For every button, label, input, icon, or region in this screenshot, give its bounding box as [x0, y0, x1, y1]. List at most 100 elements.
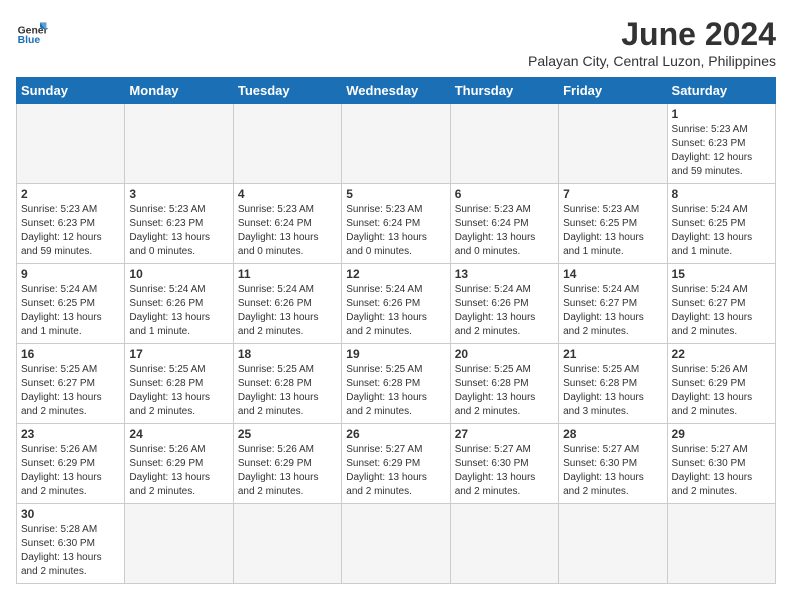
- day-number: 27: [455, 427, 554, 441]
- day-info: Sunrise: 5:25 AM Sunset: 6:28 PM Dayligh…: [238, 363, 337, 419]
- column-header-tuesday: Tuesday: [233, 78, 341, 104]
- calendar-subtitle: Palayan City, Central Luzon, Philippines: [528, 53, 776, 69]
- day-number: 12: [346, 267, 445, 281]
- day-cell: 30 Sunrise: 5:28 AM Sunset: 6:30 PM Dayli…: [17, 504, 125, 584]
- day-cell: 1 Sunrise: 5:23 AM Sunset: 6:23 PM Daylig…: [667, 104, 775, 184]
- day-number: 5: [346, 187, 445, 201]
- day-info: Sunrise: 5:25 AM Sunset: 6:28 PM Dayligh…: [455, 363, 554, 419]
- day-info: Sunrise: 5:24 AM Sunset: 6:25 PM Dayligh…: [672, 203, 771, 259]
- day-number: 16: [21, 347, 120, 361]
- day-info: Sunrise: 5:28 AM Sunset: 6:30 PM Dayligh…: [21, 523, 120, 579]
- day-cell: 11Sunrise: 5:24 AM Sunset: 6:26 PM Dayli…: [233, 264, 341, 344]
- day-info: Sunrise: 5:24 AM Sunset: 6:27 PM Dayligh…: [563, 283, 662, 339]
- day-cell: [559, 504, 667, 584]
- column-header-friday: Friday: [559, 78, 667, 104]
- day-cell: 2 Sunrise: 5:23 AM Sunset: 6:23 PM Daylig…: [17, 184, 125, 264]
- day-cell: 19 Sunrise: 5:25 AM Sunset: 6:28 PM Dayli…: [342, 344, 450, 424]
- day-info: Sunrise: 5:26 AM Sunset: 6:29 PM Dayligh…: [238, 443, 337, 499]
- day-cell: 17 Sunrise: 5:25 AM Sunset: 6:28 PM Dayli…: [125, 344, 233, 424]
- day-number: 29: [672, 427, 771, 441]
- day-number: 19: [346, 347, 445, 361]
- day-cell: 21 Sunrise: 5:25 AM Sunset: 6:28 PM Dayli…: [559, 344, 667, 424]
- day-info: Sunrise: 5:25 AM Sunset: 6:28 PM Dayligh…: [346, 363, 445, 419]
- day-cell: 26Sunrise: 5:27 AM Sunset: 6:29 PM Dayli…: [342, 424, 450, 504]
- week-row-5: 23 Sunrise: 5:26 AM Sunset: 6:29 PM Dayli…: [17, 424, 776, 504]
- day-cell: 10 Sunrise: 5:24 AM Sunset: 6:26 PM Dayli…: [125, 264, 233, 344]
- day-number: 8: [672, 187, 771, 201]
- day-info: Sunrise: 5:27 AM Sunset: 6:30 PM Dayligh…: [563, 443, 662, 499]
- day-cell: 29Sunrise: 5:27 AM Sunset: 6:30 PM Dayli…: [667, 424, 775, 504]
- day-cell: [233, 104, 341, 184]
- day-cell: 27 Sunrise: 5:27 AM Sunset: 6:30 PM Dayli…: [450, 424, 558, 504]
- day-cell: [17, 104, 125, 184]
- day-info: Sunrise: 5:24 AM Sunset: 6:27 PM Dayligh…: [672, 283, 771, 339]
- logo: General Blue: [16, 16, 48, 48]
- day-info: Sunrise: 5:23 AM Sunset: 6:24 PM Dayligh…: [238, 203, 337, 259]
- day-cell: [125, 104, 233, 184]
- day-cell: 5 Sunrise: 5:23 AM Sunset: 6:24 PM Daylig…: [342, 184, 450, 264]
- day-cell: [667, 504, 775, 584]
- day-cell: 12 Sunrise: 5:24 AM Sunset: 6:26 PM Dayli…: [342, 264, 450, 344]
- column-header-wednesday: Wednesday: [342, 78, 450, 104]
- day-number: 13: [455, 267, 554, 281]
- week-row-2: 2 Sunrise: 5:23 AM Sunset: 6:23 PM Daylig…: [17, 184, 776, 264]
- day-number: 20: [455, 347, 554, 361]
- day-info: Sunrise: 5:23 AM Sunset: 6:24 PM Dayligh…: [346, 203, 445, 259]
- day-info: Sunrise: 5:26 AM Sunset: 6:29 PM Dayligh…: [21, 443, 120, 499]
- day-number: 14: [563, 267, 662, 281]
- page-header: General Blue June 2024 Palayan City, Cen…: [16, 16, 776, 69]
- day-info: Sunrise: 5:24 AM Sunset: 6:25 PM Dayligh…: [21, 283, 120, 339]
- svg-text:Blue: Blue: [18, 35, 41, 46]
- day-number: 25: [238, 427, 337, 441]
- day-info: Sunrise: 5:24 AM Sunset: 6:26 PM Dayligh…: [238, 283, 337, 339]
- day-info: Sunrise: 5:26 AM Sunset: 6:29 PM Dayligh…: [672, 363, 771, 419]
- week-row-3: 9 Sunrise: 5:24 AM Sunset: 6:25 PM Daylig…: [17, 264, 776, 344]
- day-info: Sunrise: 5:24 AM Sunset: 6:26 PM Dayligh…: [455, 283, 554, 339]
- day-cell: 9 Sunrise: 5:24 AM Sunset: 6:25 PM Daylig…: [17, 264, 125, 344]
- header-row: SundayMondayTuesdayWednesdayThursdayFrid…: [17, 78, 776, 104]
- day-info: Sunrise: 5:25 AM Sunset: 6:28 PM Dayligh…: [129, 363, 228, 419]
- day-number: 1: [672, 107, 771, 121]
- day-cell: 6Sunrise: 5:23 AM Sunset: 6:24 PM Daylig…: [450, 184, 558, 264]
- day-info: Sunrise: 5:24 AM Sunset: 6:26 PM Dayligh…: [346, 283, 445, 339]
- day-number: 3: [129, 187, 228, 201]
- day-cell: [342, 104, 450, 184]
- day-info: Sunrise: 5:23 AM Sunset: 6:23 PM Dayligh…: [672, 123, 771, 179]
- day-info: Sunrise: 5:24 AM Sunset: 6:26 PM Dayligh…: [129, 283, 228, 339]
- day-cell: 18 Sunrise: 5:25 AM Sunset: 6:28 PM Dayli…: [233, 344, 341, 424]
- day-number: 23: [21, 427, 120, 441]
- day-cell: 4 Sunrise: 5:23 AM Sunset: 6:24 PM Daylig…: [233, 184, 341, 264]
- day-cell: [125, 504, 233, 584]
- day-number: 4: [238, 187, 337, 201]
- day-cell: [450, 504, 558, 584]
- day-info: Sunrise: 5:27 AM Sunset: 6:30 PM Dayligh…: [455, 443, 554, 499]
- day-number: 10: [129, 267, 228, 281]
- title-area: June 2024 Palayan City, Central Luzon, P…: [528, 16, 776, 69]
- day-number: 30: [21, 507, 120, 521]
- day-info: Sunrise: 5:26 AM Sunset: 6:29 PM Dayligh…: [129, 443, 228, 499]
- day-cell: 15 Sunrise: 5:24 AM Sunset: 6:27 PM Dayli…: [667, 264, 775, 344]
- day-info: Sunrise: 5:23 AM Sunset: 6:24 PM Dayligh…: [455, 203, 554, 259]
- calendar-table: SundayMondayTuesdayWednesdayThursdayFrid…: [16, 77, 776, 584]
- day-number: 2: [21, 187, 120, 201]
- day-number: 15: [672, 267, 771, 281]
- column-header-thursday: Thursday: [450, 78, 558, 104]
- day-cell: 8 Sunrise: 5:24 AM Sunset: 6:25 PM Daylig…: [667, 184, 775, 264]
- column-header-sunday: Sunday: [17, 78, 125, 104]
- day-cell: 20 Sunrise: 5:25 AM Sunset: 6:28 PM Dayli…: [450, 344, 558, 424]
- day-cell: 25 Sunrise: 5:26 AM Sunset: 6:29 PM Dayli…: [233, 424, 341, 504]
- day-number: 21: [563, 347, 662, 361]
- day-cell: 7Sunrise: 5:23 AM Sunset: 6:25 PM Daylig…: [559, 184, 667, 264]
- day-cell: 13 Sunrise: 5:24 AM Sunset: 6:26 PM Dayli…: [450, 264, 558, 344]
- day-info: Sunrise: 5:25 AM Sunset: 6:27 PM Dayligh…: [21, 363, 120, 419]
- day-number: 28: [563, 427, 662, 441]
- day-info: Sunrise: 5:25 AM Sunset: 6:28 PM Dayligh…: [563, 363, 662, 419]
- day-number: 18: [238, 347, 337, 361]
- logo-icon: General Blue: [16, 16, 48, 48]
- week-row-4: 16 Sunrise: 5:25 AM Sunset: 6:27 PM Dayli…: [17, 344, 776, 424]
- day-info: Sunrise: 5:23 AM Sunset: 6:25 PM Dayligh…: [563, 203, 662, 259]
- day-number: 9: [21, 267, 120, 281]
- day-info: Sunrise: 5:23 AM Sunset: 6:23 PM Dayligh…: [21, 203, 120, 259]
- day-cell: [450, 104, 558, 184]
- day-number: 17: [129, 347, 228, 361]
